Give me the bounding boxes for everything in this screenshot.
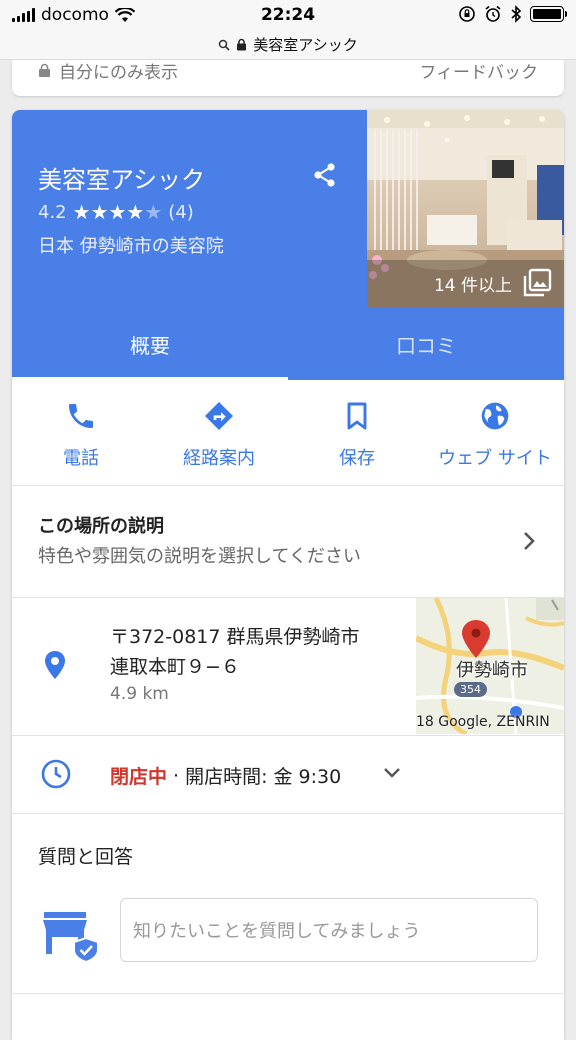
closed-status: 閉店中 [110,766,168,788]
website-label: ウェブ サイト [438,448,552,469]
hours-text: 閉店中 · 開店時間: 金 9:30 [110,762,341,789]
rating-value: 4.2 [38,201,67,223]
tab-bar: 概要 口コミ [12,308,564,380]
action-row: 電話 経路案内 保存 ウェブ サイト [12,380,564,486]
next-open-time: 開店時間: 金 9:30 [185,766,342,788]
photo-count: 14 件以上 [434,268,552,298]
directions-label: 経路案内 [183,448,255,469]
bluetooth-icon [511,5,522,23]
business-header: 美容室アシック 4.2 ★★★★★ (4) 日本 伊勢崎市の美容院 14 件以上 [12,110,564,308]
business-category: 日本 伊勢崎市の美容院 [38,236,224,257]
previous-card: 自分にのみ表示 フィードバック [12,60,564,96]
business-name: 美容室アシック [38,166,206,194]
address-line-1: 〒372-0817 群馬県伊勢崎市 [110,626,360,648]
lock-rotation-icon [459,6,475,22]
question-input[interactable]: 知りたいことを質問してみましょう [120,898,538,962]
phone-icon [69,404,93,428]
share-icon [314,163,335,187]
call-label: 電話 [63,448,99,469]
qa-section: 質問と回答 知りたいことを質問してみましょう [12,814,564,994]
globe-icon [481,402,509,430]
distance: 4.9 km [110,684,169,704]
hours-separator: · [173,764,180,787]
alarm-icon [485,5,501,22]
description-row[interactable]: この場所の説明 特色や雰囲気の説明を選択してください [12,486,564,598]
map-city-label: 伊勢崎市 [456,660,528,681]
rating-stars: ★★★★★ [72,200,163,224]
directions-button[interactable]: 経路案内 [150,380,288,485]
status-bar: docomo 22:24 [0,0,576,30]
feedback-link[interactable]: フィードバック [419,60,538,83]
tab-reviews[interactable]: 口コミ [288,308,564,380]
lock-icon [237,38,247,51]
save-label: 保存 [339,448,375,469]
battery-icon [530,6,567,22]
url-bar[interactable]: 美容室アシック [0,30,576,60]
map-thumbnail[interactable]: 伊勢崎市 354 18 Google, ZENRIN [416,598,564,734]
search-icon [219,39,230,51]
map-route-badge: 354 [454,682,487,697]
bookmark-icon [347,402,367,430]
status-right [458,5,567,23]
hours-row[interactable]: 閉店中 · 開店時間: 金 9:30 [12,736,564,814]
address-row[interactable]: 〒372-0817 群馬県伊勢崎市 連取本町９−６ 4.9 km 伊勢崎市 35… [12,598,564,736]
url-text: 美容室アシック [253,36,358,54]
rating-row[interactable]: 4.2 ★★★★★ (4) [38,200,194,224]
call-button[interactable]: 電話 [12,380,150,485]
lock-icon [39,63,50,77]
clock-icon [41,759,71,789]
save-button[interactable]: 保存 [288,380,426,485]
share-button[interactable] [312,162,338,192]
description-subtitle: 特色や雰囲気の説明を選択してください [38,546,361,567]
location-pin-icon [45,651,65,679]
chevron-down-icon[interactable] [382,766,402,780]
review-count: (4) [168,201,194,223]
chevron-right-icon [524,532,535,550]
verified-store-icon [43,912,99,964]
tab-overview[interactable]: 概要 [12,308,288,380]
description-title: この場所の説明 [38,516,164,537]
map-attribution: 18 Google, ZENRIN [416,714,550,730]
private-note: 自分にのみ表示 [38,60,178,83]
address-line-2: 連取本町９−６ [110,656,240,678]
qa-title: 質問と回答 [38,846,134,868]
business-card: 美容室アシック 4.2 ★★★★★ (4) 日本 伊勢崎市の美容院 14 件以上… [12,110,564,1040]
directions-icon [205,402,233,430]
photo-gallery-icon [523,268,552,297]
business-photo[interactable]: 14 件以上 [367,110,564,308]
website-button[interactable]: ウェブ サイト [426,380,564,485]
